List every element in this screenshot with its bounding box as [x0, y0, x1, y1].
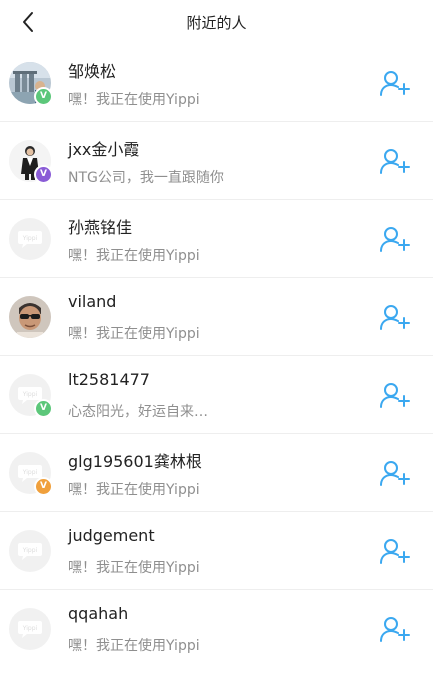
add-user-icon	[380, 383, 410, 408]
avatar[interactable]: Yippi	[9, 530, 51, 572]
person-name[interactable]: jxx金小霞	[68, 136, 139, 160]
list-item[interactable]: Yippi qqahah 嘿！我正在使用Yippi	[0, 590, 433, 668]
avatar[interactable]: V	[9, 62, 53, 106]
add-friend-button[interactable]	[379, 380, 411, 410]
svg-text:Yippi: Yippi	[22, 469, 38, 476]
add-friend-button[interactable]	[379, 68, 411, 98]
add-user-icon	[380, 539, 410, 564]
avatar[interactable]: Yippi V	[9, 452, 53, 496]
list-item[interactable]: V 邹焕松 嘿！我正在使用Yippi	[0, 44, 433, 122]
list-item[interactable]: Yippi V lt2581477 心态阳光，好运自来…	[0, 356, 433, 434]
add-user-icon	[380, 71, 410, 96]
person-status: 嘿！我正在使用Yippi	[68, 638, 200, 654]
verified-badge-icon: V	[34, 477, 53, 496]
avatar[interactable]: Yippi	[9, 608, 51, 650]
person-name[interactable]: viland	[68, 292, 116, 311]
chevron-left-icon	[23, 12, 33, 32]
person-name[interactable]: judgement	[68, 526, 155, 545]
top-bar: 附近的人	[0, 0, 433, 44]
person-status: 嘿！我正在使用Yippi	[68, 92, 200, 108]
person-status: 嘿！我正在使用Yippi	[68, 248, 200, 264]
list-item[interactable]: viland 嘿！我正在使用Yippi	[0, 278, 433, 356]
svg-text:Yippi: Yippi	[22, 625, 38, 632]
avatar[interactable]	[9, 296, 51, 338]
man-photo-icon	[9, 296, 51, 338]
add-user-icon	[380, 617, 410, 642]
add-friend-button[interactable]	[379, 614, 411, 644]
yippi-logo-icon: Yippi	[18, 231, 42, 248]
verified-badge-icon: V	[34, 87, 53, 106]
avatar[interactable]: V	[9, 140, 53, 184]
list-item[interactable]: V jxx金小霞 NTG公司，我一直跟随你	[0, 122, 433, 200]
add-user-icon	[380, 461, 410, 486]
list-item[interactable]: Yippi 孙燕铭佳 嘿！我正在使用Yippi	[0, 200, 433, 278]
nearby-people-list: V 邹焕松 嘿！我正在使用Yippi V jxx金小霞 NTG公司，我一直跟随你…	[0, 44, 433, 668]
add-user-icon	[380, 227, 410, 252]
verified-badge-icon: V	[34, 399, 53, 418]
person-status: 嘿！我正在使用Yippi	[68, 326, 200, 342]
add-friend-button[interactable]	[379, 536, 411, 566]
svg-text:Yippi: Yippi	[22, 391, 38, 398]
list-item[interactable]: Yippi judgement 嘿！我正在使用Yippi	[0, 512, 433, 590]
svg-text:Yippi: Yippi	[22, 235, 38, 242]
avatar[interactable]: Yippi V	[9, 374, 53, 418]
add-friend-button[interactable]	[379, 146, 411, 176]
person-name[interactable]: qqahah	[68, 604, 128, 623]
add-friend-button[interactable]	[379, 302, 411, 332]
add-user-icon	[380, 149, 410, 174]
person-name[interactable]: lt2581477	[68, 370, 150, 389]
list-item[interactable]: Yippi V glg195601龚林根 嘿！我正在使用Yippi	[0, 434, 433, 512]
person-name[interactable]: glg195601龚林根	[68, 448, 202, 472]
person-status: NTG公司，我一直跟随你	[68, 170, 224, 186]
verified-badge-icon: V	[34, 165, 53, 184]
page-title: 附近的人	[186, 13, 247, 32]
avatar-placeholder: Yippi	[9, 608, 51, 650]
person-name[interactable]: 孙燕铭佳	[68, 214, 132, 238]
person-status: 心态阳光，好运自来…	[68, 404, 208, 420]
person-name[interactable]: 邹焕松	[68, 58, 116, 82]
add-friend-button[interactable]	[379, 458, 411, 488]
yippi-logo-icon: Yippi	[18, 621, 42, 638]
person-status: 嘿！我正在使用Yippi	[68, 482, 200, 498]
svg-text:Yippi: Yippi	[22, 547, 38, 554]
avatar-placeholder: Yippi	[9, 218, 51, 260]
avatar-photo	[9, 296, 51, 338]
yippi-logo-icon: Yippi	[18, 543, 42, 560]
add-user-icon	[380, 305, 410, 330]
person-status: 嘿！我正在使用Yippi	[68, 560, 200, 576]
add-friend-button[interactable]	[379, 224, 411, 254]
avatar[interactable]: Yippi	[9, 218, 51, 260]
avatar-placeholder: Yippi	[9, 530, 51, 572]
back-button[interactable]	[14, 8, 42, 36]
